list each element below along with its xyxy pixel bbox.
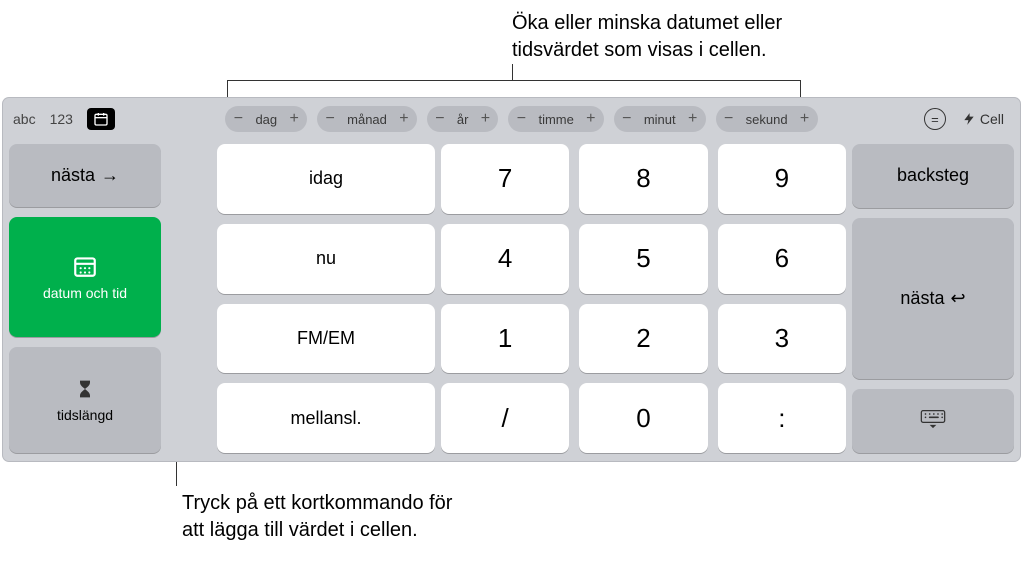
decrement-day-button[interactable]: −	[231, 111, 245, 127]
callout-line	[512, 64, 513, 80]
digit-label: 8	[636, 163, 650, 194]
keyboard-top-right: = Cell	[850, 108, 1010, 130]
ampm-label: FM/EM	[297, 328, 355, 349]
increment-month-button[interactable]: +	[397, 111, 411, 127]
cell-format-button[interactable]: Cell	[962, 111, 1004, 127]
tab-datetime-icon[interactable]	[87, 108, 115, 130]
digit-label: /	[502, 403, 509, 434]
key-8[interactable]: 8	[579, 144, 707, 214]
increment-hour: − timme +	[508, 106, 603, 132]
key-0[interactable]: 0	[579, 383, 707, 453]
numpad: 7 8 9 4 5 6 1 2 3 / 0 :	[441, 144, 846, 453]
increment-day-button[interactable]: +	[287, 111, 301, 127]
key-6[interactable]: 6	[718, 224, 846, 294]
date-time-mode-button[interactable]: datum och tid	[9, 217, 161, 337]
return-icon: ↩	[950, 288, 965, 309]
keyboard-dismiss-icon	[919, 409, 947, 434]
decrement-second-button[interactable]: −	[722, 111, 736, 127]
increment-day: − dag +	[225, 106, 307, 132]
digit-label: 4	[498, 243, 512, 274]
increment-month-label: månad	[345, 112, 389, 127]
digit-label: 0	[636, 403, 650, 434]
digit-label: 5	[636, 243, 650, 274]
key-7[interactable]: 7	[441, 144, 569, 214]
arrow-right-icon: →	[101, 165, 119, 186]
next-label: nästa	[51, 165, 95, 186]
key-9[interactable]: 9	[718, 144, 846, 214]
left-column: nästa → datum och tid tidslängd	[9, 144, 161, 453]
increment-day-label: dag	[253, 112, 279, 127]
increment-hour-button[interactable]: +	[584, 111, 598, 127]
callout-line	[227, 80, 228, 100]
decrement-year-button[interactable]: −	[433, 111, 447, 127]
date-time-keyboard: abc 123 − dag + − månad + − år +	[3, 98, 1020, 461]
digit-label: 7	[498, 163, 512, 194]
digit-label: 1	[498, 323, 512, 354]
keyboard-top-row: abc 123 − dag + − månad + − år +	[3, 98, 1020, 140]
increment-second: − sekund +	[716, 106, 818, 132]
decrement-hour-button[interactable]: −	[514, 111, 528, 127]
increment-minute-button[interactable]: +	[686, 111, 700, 127]
lightning-icon	[962, 112, 976, 126]
increment-hour-label: timme	[536, 112, 575, 127]
next-down-label: nästa	[900, 288, 944, 309]
increment-month: − månad +	[317, 106, 417, 132]
space-label: mellansl.	[290, 408, 361, 429]
calendar-icon	[72, 253, 98, 279]
increment-year-label: år	[455, 112, 471, 127]
hourglass-icon	[75, 377, 95, 401]
next-cell-down-button[interactable]: nästa ↩	[852, 218, 1014, 379]
ampm-button[interactable]: FM/EM	[217, 304, 435, 374]
increment-year-button[interactable]: +	[478, 111, 492, 127]
key-colon[interactable]: :	[718, 383, 846, 453]
digit-label: 2	[636, 323, 650, 354]
datetime-label: datum och tid	[43, 285, 127, 301]
key-3[interactable]: 3	[718, 304, 846, 374]
annotation-increments: Öka eller minska datumet eller tidsvärde…	[512, 10, 912, 64]
keyboard-mode-tabs: abc 123	[13, 108, 193, 130]
decrement-minute-button[interactable]: −	[620, 111, 634, 127]
increment-second-label: sekund	[744, 112, 790, 127]
increment-second-button[interactable]: +	[798, 111, 812, 127]
key-slash[interactable]: /	[441, 383, 569, 453]
callout-line	[227, 80, 800, 81]
digit-label: 9	[775, 163, 789, 194]
key-2[interactable]: 2	[579, 304, 707, 374]
increment-year: − år +	[427, 106, 499, 132]
cell-button-label: Cell	[980, 111, 1004, 127]
decrement-month-button[interactable]: −	[323, 111, 337, 127]
increment-minute: − minut +	[614, 106, 706, 132]
now-label: nu	[316, 248, 336, 269]
keys-area: nästa → datum och tid tidslängd idag	[3, 140, 1020, 461]
digit-label: 3	[775, 323, 789, 354]
right-column: backsteg nästa ↩	[852, 144, 1014, 453]
duration-mode-button[interactable]: tidslängd	[9, 347, 161, 453]
annotation-shortcuts: Tryck på ett kortkommando för att lägga …	[182, 490, 612, 544]
shortcuts-column: idag nu FM/EM mellansl.	[217, 144, 435, 453]
dismiss-keyboard-button[interactable]	[852, 389, 1014, 453]
backspace-label: backsteg	[897, 165, 969, 186]
space-button[interactable]: mellansl.	[217, 383, 435, 453]
increment-minute-label: minut	[642, 112, 678, 127]
backspace-button[interactable]: backsteg	[852, 144, 1014, 208]
tab-123[interactable]: 123	[50, 111, 73, 127]
digit-label: 6	[775, 243, 789, 274]
now-button[interactable]: nu	[217, 224, 435, 294]
key-5[interactable]: 5	[579, 224, 707, 294]
key-1[interactable]: 1	[441, 304, 569, 374]
key-4[interactable]: 4	[441, 224, 569, 294]
next-cell-right-button[interactable]: nästa →	[9, 144, 161, 207]
tab-abc[interactable]: abc	[13, 111, 36, 127]
today-button[interactable]: idag	[217, 144, 435, 214]
formula-equals-button[interactable]: =	[924, 108, 946, 130]
digit-label: :	[778, 403, 785, 434]
equals-icon: =	[931, 112, 939, 127]
duration-label: tidslängd	[57, 407, 113, 423]
today-label: idag	[309, 168, 343, 189]
callout-line	[800, 80, 801, 100]
increment-controls: − dag + − månad + − år + − timme + − min	[199, 106, 844, 132]
